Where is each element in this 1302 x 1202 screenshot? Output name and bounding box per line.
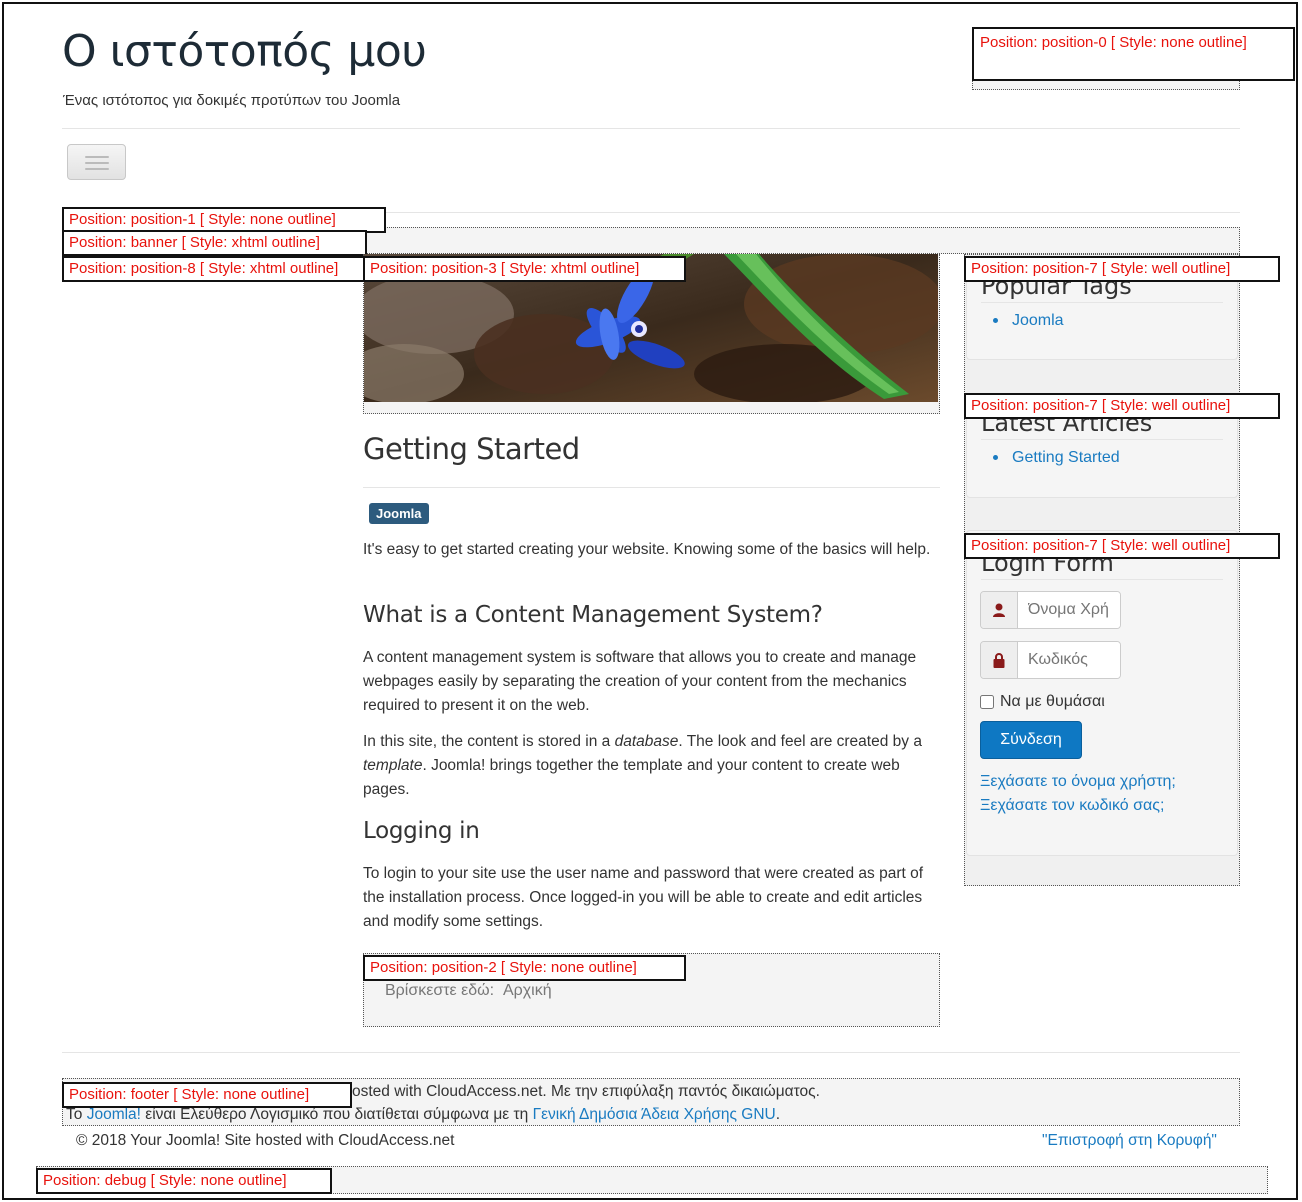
position-2-label: Position: position-2 [ Style: none outli… <box>363 955 686 981</box>
bullet-icon <box>993 455 998 461</box>
breadcrumb: Βρίσκεστε εδώ: Αρχική <box>385 982 552 1000</box>
hamburger-icon-bar <box>85 156 109 158</box>
text-run: είναι Ελεύθερο Λογισμικό που διατίθεται … <box>140 1106 533 1123</box>
well-divider <box>981 302 1223 303</box>
tag-link[interactable]: Joomla <box>1012 312 1064 329</box>
user-icon <box>981 592 1018 628</box>
forgot-password-link[interactable]: Ξεχάσατε τον κωδικό σας; <box>980 797 1164 815</box>
position-7-label-2: Position: position-7 [ Style: well outli… <box>964 393 1280 419</box>
paragraph-logging-in: To login to your site use the user name … <box>363 865 924 930</box>
debug-position-label: Position: debug [ Style: none outline] <box>36 1168 332 1194</box>
well-divider <box>981 579 1223 580</box>
emphasis-database: database <box>614 733 679 750</box>
footer-line-1: osted with CloudAccess.net. Με την επιφύ… <box>352 1083 820 1100</box>
article-link[interactable]: Getting Started <box>1012 449 1120 466</box>
menu-toggle-button[interactable] <box>67 144 126 180</box>
popular-tag-item[interactable]: Joomla <box>993 312 1064 330</box>
remember-me[interactable]: Να με θυμάσαι <box>980 693 1105 711</box>
joomla-link[interactable]: Joomla! <box>87 1106 141 1123</box>
banner-label: Position: banner [ Style: xhtml outline] <box>62 230 367 256</box>
footer-line-2: Το Joomla! είναι Ελεύθερο Λογισμικό που … <box>66 1106 780 1124</box>
position-7-label-1: Position: position-7 [ Style: well outli… <box>964 256 1280 282</box>
footer-divider <box>62 1052 1240 1053</box>
copyright: © 2018 Your Joomla! Site hosted with Clo… <box>76 1132 455 1149</box>
position-0-label: Position: position-0 [ Style: none outli… <box>972 27 1295 81</box>
username-group <box>980 591 1121 629</box>
hamburger-icon-bar <box>85 162 109 164</box>
title-divider <box>363 487 940 488</box>
emphasis-template: template <box>363 757 423 774</box>
text-run: . <box>775 1106 781 1123</box>
text-run: Το <box>66 1106 87 1123</box>
bullet-icon <box>993 318 998 324</box>
site-title[interactable]: Ο ιστότοπός μου <box>62 26 427 77</box>
forgot-username-link[interactable]: Ξεχάσατε το όνομα χρήστη; <box>980 773 1176 791</box>
article-intro: It's easy to get started creating your w… <box>363 541 931 558</box>
text-run: . Joomla! brings together the template a… <box>363 757 900 798</box>
breadcrumb-label: Βρίσκεστε εδώ: <box>385 982 495 999</box>
tag-badge[interactable]: Joomla <box>369 503 429 524</box>
text-run: In this site, the content is stored in a <box>363 733 615 750</box>
footer-position-label: Position: footer [ Style: none outline] <box>62 1082 352 1108</box>
latest-article-item[interactable]: Getting Started <box>993 449 1120 467</box>
paragraph-database: In this site, the content is stored in a… <box>363 730 923 802</box>
password-input[interactable] <box>1018 642 1120 678</box>
breadcrumb-home: Αρχική <box>502 982 552 999</box>
banner-box <box>364 227 1240 254</box>
text-run: . The look and feel are created by a <box>678 733 922 750</box>
position-8-label: Position: position-8 [ Style: xhtml outl… <box>62 256 370 282</box>
hamburger-icon-bar <box>85 168 109 170</box>
header-divider <box>62 128 1240 129</box>
article-title[interactable]: Getting Started <box>363 432 580 466</box>
remember-checkbox[interactable] <box>980 695 994 709</box>
lock-icon <box>981 642 1018 678</box>
username-input[interactable] <box>1018 592 1120 628</box>
position-7-label-3: Position: position-7 [ Style: well outli… <box>964 533 1280 559</box>
position-3-label: Position: position-3 [ Style: xhtml outl… <box>363 256 686 282</box>
back-to-top-link[interactable]: "Επιστροφή στη Κορυφή" <box>1042 1132 1217 1150</box>
paragraph-cms: A content management system is software … <box>363 649 917 714</box>
password-group <box>980 641 1121 679</box>
login-button[interactable]: Σύνδεση <box>980 721 1082 759</box>
heading-logging-in: Logging in <box>363 818 480 844</box>
remember-label: Να με θυμάσαι <box>1000 693 1105 710</box>
well-divider <box>981 439 1223 440</box>
site-description: Ένας ιστότοπος για δοκιμές προτύπων του … <box>63 92 401 109</box>
heading-cms: What is a Content Management System? <box>363 602 823 628</box>
gnu-license-link[interactable]: Γενική Δημόσια Άδεια Χρήσης GNU <box>533 1106 776 1123</box>
